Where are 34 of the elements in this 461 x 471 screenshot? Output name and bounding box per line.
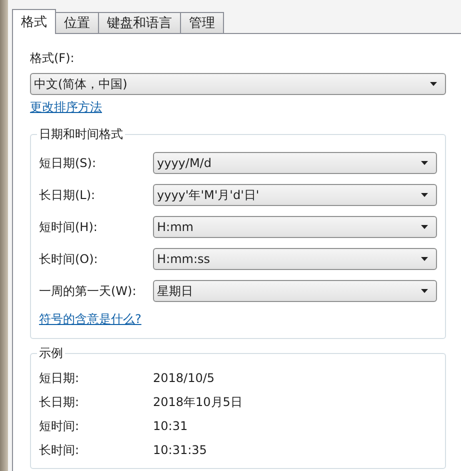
example-value: 10:31:35: [153, 443, 207, 457]
field-label: 长时间(O):: [39, 250, 99, 268]
format-dropdown[interactable]: H:mm:ss: [153, 248, 437, 270]
example-value: 2018年10月5日: [153, 394, 242, 410]
example-label: 短时间:: [39, 418, 80, 434]
example-value: 2018/10/5: [153, 371, 215, 385]
field-label: 短时间(H):: [39, 218, 98, 236]
format-label: 格式(F):: [30, 50, 76, 67]
format-dropdown[interactable]: H:mm: [153, 216, 437, 238]
example-value: 10:31: [153, 419, 188, 433]
group-title: 示例: [37, 345, 65, 362]
group-title: 日期和时间格式: [37, 126, 125, 143]
field-label: 长日期(L):: [39, 186, 96, 204]
tab[interactable]: 格式: [12, 9, 56, 34]
format-dropdown[interactable]: yyyy'年'M'月'd'日': [153, 184, 437, 206]
dropdown-arrow-icon: [421, 289, 428, 293]
dropdown-arrow-icon: [430, 82, 437, 86]
dropdown-arrow-icon: [421, 193, 428, 197]
tab[interactable]: 位置: [55, 12, 99, 34]
example-label: 长日期:: [39, 394, 80, 410]
tab[interactable]: 管理: [180, 12, 224, 34]
dropdown-arrow-icon: [421, 257, 428, 261]
format-dropdown[interactable]: 中文(简体，中国): [30, 73, 446, 95]
field-label: 一周的第一天(W):: [39, 282, 138, 300]
example-label: 长时间:: [39, 442, 80, 458]
dropdown-arrow-icon: [421, 225, 428, 229]
format-dropdown[interactable]: 星期日: [153, 280, 437, 302]
change-sort-link[interactable]: 更改排序方法: [30, 99, 102, 116]
format-dropdown[interactable]: yyyy/M/d: [153, 152, 437, 174]
field-label: 短日期(S):: [39, 154, 98, 172]
tab[interactable]: 键盘和语言: [98, 12, 181, 34]
symbols-help-link[interactable]: 符号的含意是什么?: [39, 311, 142, 328]
dropdown-arrow-icon: [421, 161, 428, 165]
example-label: 短日期:: [39, 370, 80, 386]
